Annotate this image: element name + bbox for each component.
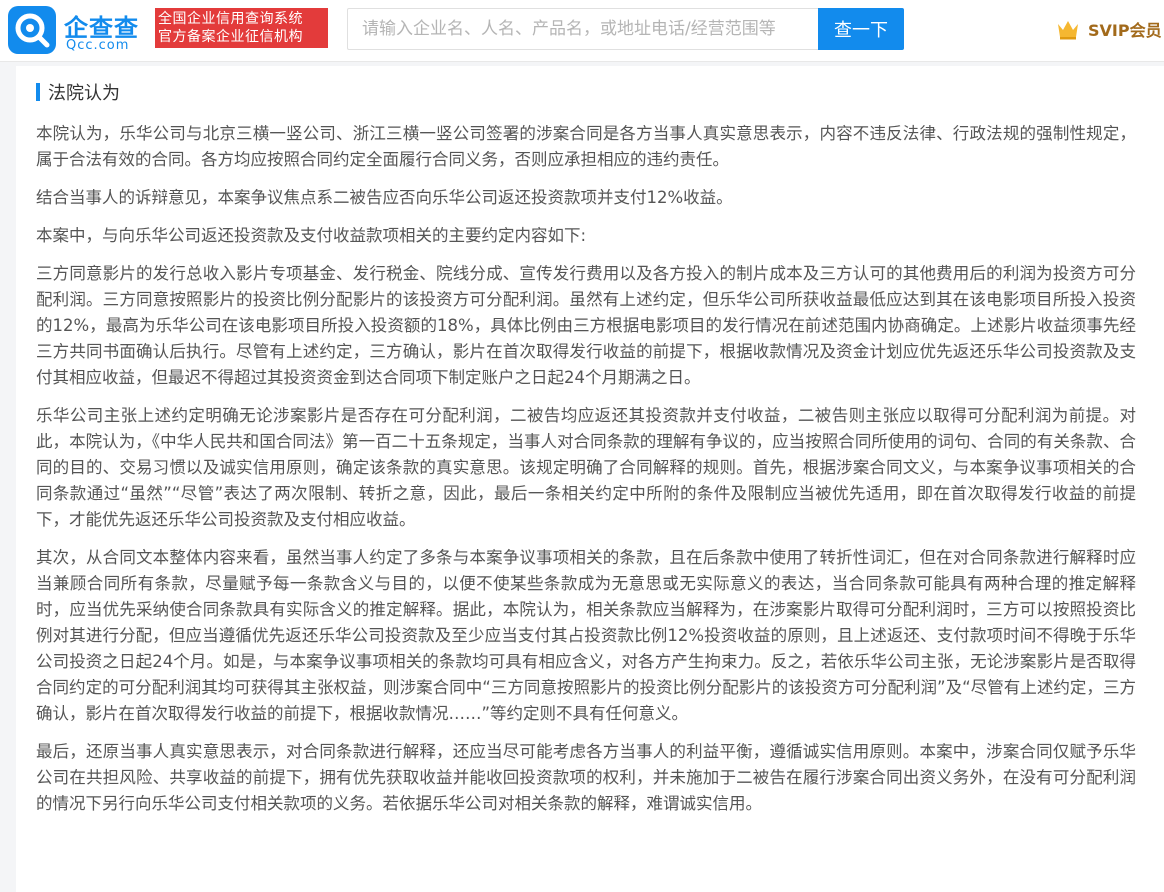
- svip-label: SVIP会员: [1088, 21, 1162, 40]
- qcc-logo-icon: [8, 6, 56, 54]
- opinion-paragraph: 最后，还原当事人真实意思表示，对合同条款进行解释，还应当尽可能考虑各方当事人的利…: [36, 742, 1136, 813]
- opinion-paragraph: 本案中，与向乐华公司返还投资款及支付收益款项相关的主要约定内容如下:: [36, 226, 587, 245]
- svip-membership-link[interactable]: SVIP会员: [1056, 15, 1162, 43]
- opinion-paragraph: 其次，从合同文本整体内容来看，虽然当事人约定了多条与本案争议事项相关的条款，且在…: [36, 548, 1136, 723]
- search-input[interactable]: [347, 8, 819, 50]
- top-navigation-bar: 企查查 Qcc.com 全国企业信用查询系统 官方备案企业征信机构 查一下 SV…: [0, 0, 1164, 62]
- section-header: 法院认为: [36, 82, 120, 104]
- slogan-line-2: 官方备案企业征信机构: [158, 29, 303, 45]
- site-logo[interactable]: 企查查 Qcc.com: [8, 6, 148, 56]
- opinion-paragraph: 乐华公司主张上述约定明确无论涉案影片是否存在可分配利润，二被告均应返还其投资款并…: [36, 406, 1136, 529]
- main-content-panel: 法院认为 本院认为，乐华公司与北京三横一竖公司、浙江三横一竖公司签署的涉案合同是…: [16, 66, 1164, 892]
- section-title: 法院认为: [48, 83, 120, 104]
- court-opinion-body: 本院认为，乐华公司与北京三横一竖公司、浙江三横一竖公司签署的涉案合同是各方当事人…: [36, 121, 1136, 829]
- crown-icon: [1058, 21, 1078, 40]
- opinion-paragraph: 三方同意影片的发行总收入影片专项基金、发行税金、院线分成、宣传发行费用以及各方投…: [36, 264, 1136, 387]
- slogan-badge: 全国企业信用查询系统 官方备案企业征信机构: [155, 8, 328, 48]
- section-accent-bar: [36, 83, 40, 101]
- opinion-paragraph: 结合当事人的诉辩意见，本案争议焦点系二被告应否向乐华公司返还投资款项并支付12%…: [36, 188, 733, 207]
- opinion-paragraph: 本院认为，乐华公司与北京三横一竖公司、浙江三横一竖公司签署的涉案合同是各方当事人…: [36, 124, 1136, 169]
- brand-url: Qcc.com: [66, 38, 130, 53]
- slogan-line-1: 全国企业信用查询系统: [158, 11, 303, 27]
- search-button[interactable]: 查一下: [818, 8, 904, 50]
